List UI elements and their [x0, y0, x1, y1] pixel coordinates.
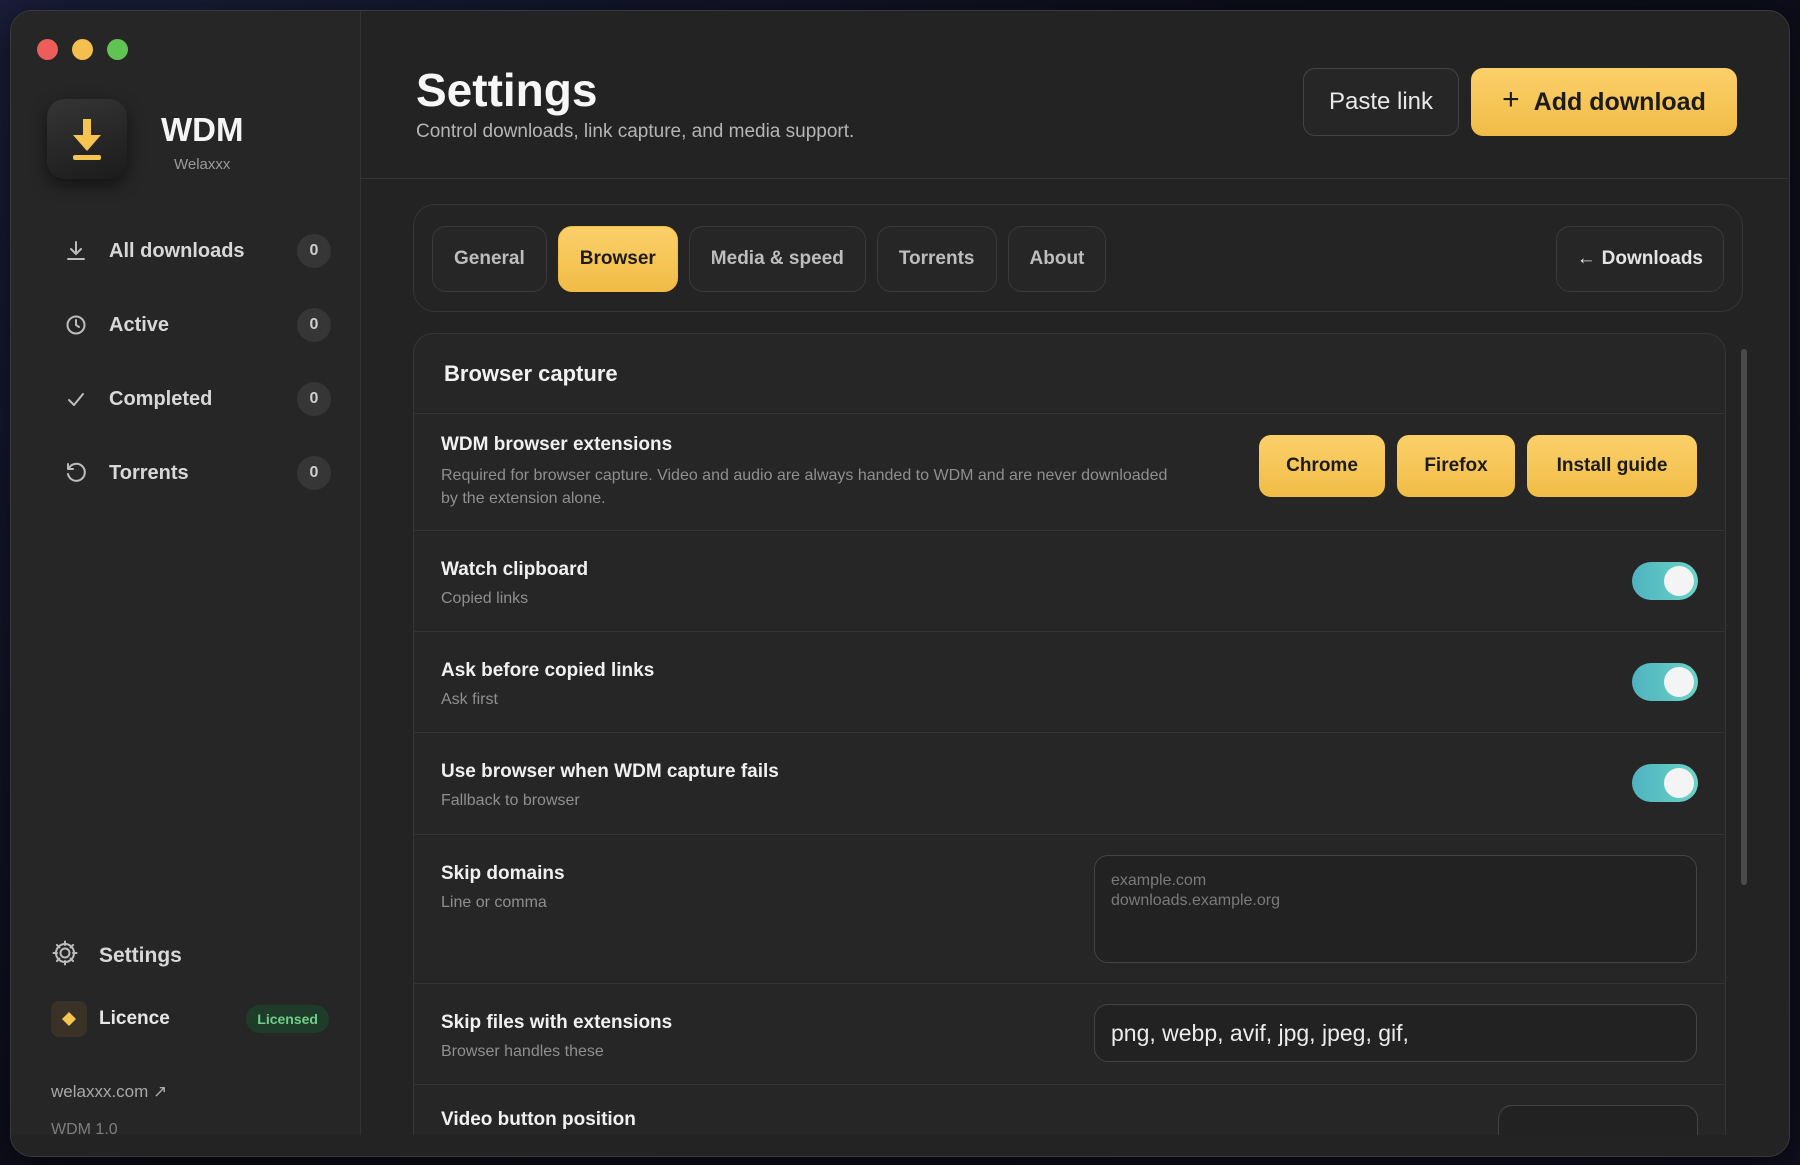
skip-domains-description: Line or comma: [441, 894, 547, 911]
sidebar: WDM Welaxxx All downloads 0 Active 0 Com…: [11, 11, 361, 1156]
toggle-knob: [1664, 768, 1694, 798]
page-subtitle: Control downloads, link capture, and med…: [416, 121, 855, 142]
add-download-label: Add download: [1533, 87, 1706, 116]
video-position-title: Video button position: [441, 1109, 636, 1130]
window-bottom-edge: [11, 1135, 1789, 1156]
settings-tabs: General Browser Media & speed Torrents A…: [432, 226, 1107, 292]
minimize-window-button[interactable]: [72, 39, 93, 60]
ask-before-row: Ask before copied links Ask first: [414, 632, 1725, 733]
app-logo: [47, 99, 127, 179]
check-icon: [63, 386, 89, 412]
page-header: Settings Control downloads, link capture…: [361, 11, 1789, 179]
fallback-title: Use browser when WDM capture fails: [441, 761, 779, 782]
zoom-window-button[interactable]: [107, 39, 128, 60]
sidebar-item-active[interactable]: Active 0: [45, 297, 335, 353]
watch-clipboard-toggle[interactable]: [1632, 562, 1698, 600]
tab-browser[interactable]: Browser: [557, 226, 678, 292]
sidebar-item-settings[interactable]: Settings: [51, 939, 182, 972]
browser-capture-panel: Browser capture WDM browser extensions R…: [413, 333, 1726, 1156]
tab-torrents[interactable]: Torrents: [876, 226, 997, 292]
skip-extensions-row: Skip files with extensions Browser handl…: [414, 984, 1725, 1085]
extensions-description: Required for browser capture. Video and …: [441, 467, 1168, 507]
download-icon: [63, 238, 89, 264]
skip-domains-input[interactable]: example.com downloads.example.org: [1094, 855, 1697, 963]
diamond-icon: [51, 1001, 87, 1037]
sidebar-nav: All downloads 0 Active 0 Completed 0 Tor…: [45, 223, 335, 519]
clock-icon: [63, 312, 89, 338]
watch-clipboard-description: Copied links: [441, 590, 529, 607]
watch-clipboard-title: Watch clipboard: [441, 559, 589, 580]
extensions-title: WDM browser extensions: [441, 434, 673, 455]
sidebar-item-label: Torrents: [109, 461, 189, 484]
tab-general[interactable]: General: [432, 226, 547, 292]
sidebar-item-all-downloads[interactable]: All downloads 0: [45, 223, 335, 279]
app-subtitle: Welaxxx: [174, 156, 231, 173]
sidebar-item-completed[interactable]: Completed 0: [45, 371, 335, 427]
tab-about[interactable]: About: [1007, 226, 1107, 292]
sidebar-item-label: Active: [109, 313, 170, 336]
back-to-downloads-button[interactable]: ← Downloads: [1555, 226, 1724, 292]
window-controls: [37, 39, 128, 60]
paste-link-button[interactable]: Paste link: [1303, 68, 1459, 136]
count-badge: 0: [297, 234, 331, 268]
app-title: WDM: [161, 111, 244, 148]
add-download-button[interactable]: + Add download: [1471, 68, 1737, 136]
sidebar-item-label: Completed: [109, 387, 213, 410]
back-label: Downloads: [1601, 248, 1703, 269]
firefox-extension-button[interactable]: Firefox: [1397, 435, 1515, 497]
skip-extensions-input[interactable]: png, webp, avif, jpg, jpeg, gif,: [1094, 1004, 1697, 1062]
skip-extensions-title: Skip files with extensions: [441, 1012, 673, 1033]
toggle-knob: [1664, 667, 1694, 697]
settings-tabbar: General Browser Media & speed Torrents A…: [413, 204, 1743, 312]
plus-icon: +: [1502, 83, 1520, 116]
sidebar-item-label: All downloads: [109, 239, 245, 262]
app-window: WDM Welaxxx All downloads 0 Active 0 Com…: [10, 10, 1790, 1157]
fallback-toggle[interactable]: [1632, 764, 1698, 802]
main-content: Settings Control downloads, link capture…: [361, 11, 1789, 1156]
arrow-left-icon: ←: [1576, 248, 1596, 269]
chrome-extension-button[interactable]: Chrome: [1259, 435, 1385, 497]
refresh-icon: [63, 460, 89, 486]
website-link[interactable]: welaxxx.com ↗: [51, 1082, 167, 1102]
sidebar-item-torrents[interactable]: Torrents 0: [45, 445, 335, 501]
licence-item[interactable]: Licence Licensed: [51, 997, 331, 1041]
ask-before-description: Ask first: [441, 691, 498, 708]
tab-media-speed[interactable]: Media & speed: [688, 226, 866, 292]
count-badge: 0: [297, 456, 331, 490]
skip-extensions-description: Browser handles these: [441, 1043, 604, 1060]
count-badge: 0: [297, 308, 331, 342]
licensed-badge: Licensed: [246, 1005, 329, 1033]
close-window-button[interactable]: [37, 39, 58, 60]
skip-domains-title: Skip domains: [441, 863, 565, 884]
toggle-knob: [1664, 566, 1694, 596]
download-arrow-logo-icon: [73, 119, 101, 160]
fallback-row: Use browser when WDM capture fails Fallb…: [414, 733, 1725, 835]
count-badge: 0: [297, 382, 331, 416]
install-guide-button[interactable]: Install guide: [1527, 435, 1697, 497]
skip-domains-row: Skip domains Line or comma example.com d…: [414, 835, 1725, 984]
scrollbar[interactable]: [1741, 349, 1747, 885]
ask-before-toggle[interactable]: [1632, 663, 1698, 701]
page-title: Settings: [416, 64, 598, 116]
extensions-row: WDM browser extensions Required for brow…: [414, 414, 1725, 531]
ask-before-title: Ask before copied links: [441, 660, 655, 681]
fallback-description: Fallback to browser: [441, 792, 580, 809]
licence-label: Licence: [99, 1008, 170, 1029]
settings-label: Settings: [99, 943, 182, 967]
watch-clipboard-row: Watch clipboard Copied links: [414, 531, 1725, 632]
section-title: Browser capture: [414, 334, 1725, 414]
gear-icon: [51, 939, 79, 972]
